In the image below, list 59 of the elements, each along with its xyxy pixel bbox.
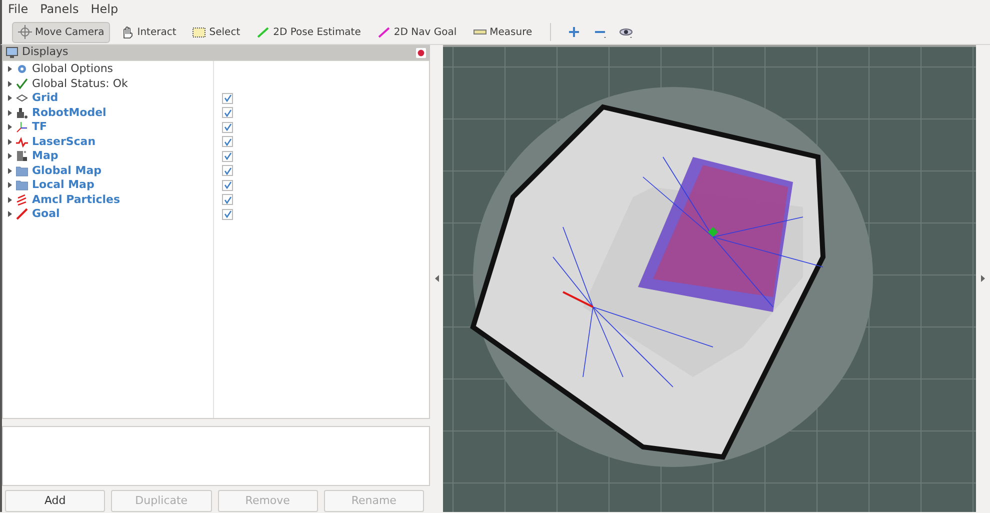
checkbox[interactable] bbox=[222, 122, 233, 133]
axes-icon bbox=[16, 121, 28, 134]
menu-item[interactable]: File bbox=[8, 0, 28, 19]
folder-icon bbox=[16, 164, 28, 177]
move-icon bbox=[18, 25, 32, 39]
tool-button[interactable]: Select bbox=[186, 22, 246, 42]
expand-arrow-icon[interactable] bbox=[8, 211, 12, 218]
display-item[interactable]: Amcl Particles bbox=[32, 192, 120, 208]
add-icon bbox=[567, 25, 582, 39]
wave-icon bbox=[16, 136, 28, 148]
checkbox[interactable] bbox=[222, 150, 233, 162]
display-item[interactable]: LaserScan bbox=[32, 134, 96, 150]
expand-arrow-icon[interactable] bbox=[8, 80, 12, 87]
checkbox[interactable] bbox=[222, 107, 233, 118]
display-item[interactable]: Global Options bbox=[32, 61, 114, 78]
collapse-right-icon[interactable] bbox=[980, 275, 984, 282]
menu-item[interactable]: Help bbox=[90, 0, 118, 19]
display-item[interactable]: Grid bbox=[32, 90, 58, 106]
gear-icon bbox=[16, 63, 28, 76]
tool-button[interactable]: 2D Nav Goal bbox=[370, 22, 463, 42]
panel-title: Displays bbox=[22, 44, 68, 60]
expand-arrow-icon[interactable] bbox=[8, 153, 12, 160]
collapse-left-icon[interactable] bbox=[434, 275, 438, 282]
rectangle-icon bbox=[192, 25, 206, 39]
folder-icon bbox=[16, 179, 28, 192]
grid-icon bbox=[16, 92, 28, 104]
expand-arrow-icon[interactable] bbox=[8, 182, 12, 188]
expand-arrow-icon[interactable] bbox=[8, 196, 12, 203]
checkbox[interactable] bbox=[222, 194, 233, 206]
close-icon[interactable] bbox=[416, 48, 426, 58]
checkbox[interactable] bbox=[222, 136, 233, 148]
display-item[interactable]: Goal bbox=[32, 206, 60, 222]
display-item[interactable]: TF bbox=[32, 119, 48, 136]
monitor-icon bbox=[6, 47, 18, 58]
map-icon bbox=[16, 150, 28, 162]
expand-arrow-icon[interactable] bbox=[8, 124, 12, 130]
tool-button[interactable]: Interact bbox=[114, 22, 182, 42]
expand-arrow-icon[interactable] bbox=[8, 110, 12, 116]
arrows-icon bbox=[16, 194, 28, 206]
panel-button[interactable]: Add bbox=[5, 490, 106, 512]
checkbox[interactable] bbox=[222, 92, 233, 104]
checkbox[interactable] bbox=[222, 165, 233, 176]
robot-icon bbox=[16, 106, 28, 119]
tool-button[interactable]: Move Camera bbox=[12, 22, 110, 42]
menu-item[interactable]: Panels bbox=[40, 0, 79, 19]
expand-arrow-icon[interactable] bbox=[8, 138, 12, 145]
expand-arrow-icon[interactable] bbox=[8, 168, 12, 174]
checkbox[interactable] bbox=[222, 180, 233, 191]
display-item[interactable]: Local Map bbox=[32, 177, 94, 194]
checkmark-icon bbox=[16, 78, 28, 90]
tool-button[interactable]: 2D Pose Estimate bbox=[250, 22, 367, 42]
expand-arrow-icon[interactable] bbox=[8, 95, 12, 102]
tool-button[interactable]: Measure bbox=[466, 22, 538, 42]
display-item[interactable]: RobotModel bbox=[32, 104, 106, 121]
checkbox[interactable] bbox=[222, 208, 233, 220]
display-item[interactable]: Global Status: Ok bbox=[32, 76, 128, 92]
display-item[interactable]: Global Map bbox=[32, 162, 102, 179]
display-item[interactable]: Map bbox=[32, 148, 58, 164]
expand-arrow-icon[interactable] bbox=[8, 66, 12, 72]
